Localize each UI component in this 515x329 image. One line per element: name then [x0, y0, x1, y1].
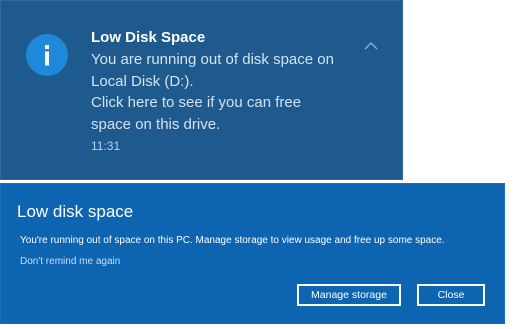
low-disk-space-dialog: Low disk space You're running out of spa… [0, 183, 505, 324]
toast-body-line: space on this drive. [91, 115, 221, 133]
toast-title: Low Disk Space [91, 29, 206, 46]
manage-storage-button[interactable]: Manage storage [297, 284, 401, 306]
dialog-message: You're running out of space on this PC. … [20, 235, 445, 246]
toast-timestamp: 11:31 [91, 139, 121, 153]
chevron-up-icon[interactable] [361, 39, 381, 53]
toast-body-line: Click here to see if you can free [91, 94, 302, 111]
close-button[interactable]: Close [417, 284, 485, 306]
dialog-title: Low disk space [17, 202, 134, 221]
toast-body[interactable]: You are running out of disk space on Loc… [91, 49, 366, 135]
dont-remind-link[interactable]: Don't remind me again [20, 255, 120, 268]
toast-body-line: You are running out of disk space on [91, 51, 334, 68]
low-disk-space-toast[interactable]: Low Disk Space You are running out of di… [0, 0, 403, 180]
info-icon [26, 34, 68, 76]
toast-body-line: Local Disk (D:). [91, 72, 194, 90]
